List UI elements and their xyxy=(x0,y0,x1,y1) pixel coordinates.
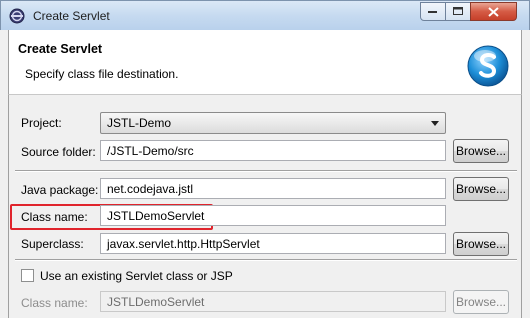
maximize-icon xyxy=(452,7,463,15)
source-folder-label: Source folder: xyxy=(21,145,96,159)
minimize-icon xyxy=(428,10,437,13)
eclipse-app-icon xyxy=(9,8,25,24)
wizard-title: Create Servlet xyxy=(18,42,103,56)
servlet-logo-icon xyxy=(465,42,511,88)
window-title: Create Servlet xyxy=(33,9,110,23)
superclass-browse-button[interactable]: Browse... xyxy=(453,232,509,256)
close-button[interactable] xyxy=(470,2,517,21)
existing-class-name-label: Class name: xyxy=(21,296,88,310)
existing-class-name-field: JSTLDemoServlet xyxy=(100,291,446,312)
close-icon xyxy=(488,6,499,17)
project-combo-value: JSTL-Demo xyxy=(107,116,172,130)
source-folder-field[interactable]: /JSTL-Demo/src xyxy=(100,140,446,161)
wizard-header: Create Servlet Specify class file destin… xyxy=(8,30,522,94)
separator xyxy=(15,170,517,172)
existing-class-browse-button: Browse... xyxy=(453,290,509,314)
project-combo[interactable]: JSTL-Demo xyxy=(100,112,446,134)
java-package-field[interactable]: net.codejava.jstl xyxy=(100,178,446,199)
superclass-field[interactable]: javax.servlet.http.HttpServlet xyxy=(100,233,446,254)
source-folder-browse-button[interactable]: Browse... xyxy=(453,139,509,163)
existing-servlet-checkbox-label[interactable]: Use an existing Servlet class or JSP xyxy=(40,269,233,283)
maximize-button[interactable] xyxy=(445,2,471,21)
class-name-field[interactable]: JSTLDemoServlet xyxy=(100,205,446,226)
wizard-description: Specify class file destination. xyxy=(25,67,179,81)
superclass-label: Superclass: xyxy=(21,237,84,251)
minimize-button[interactable] xyxy=(420,2,446,21)
title-bar: Create Servlet xyxy=(0,0,530,30)
wizard-body: Project: JSTL-Demo Source folder: /JSTL-… xyxy=(8,94,522,318)
project-label: Project: xyxy=(21,116,62,130)
chevron-down-icon xyxy=(431,121,439,126)
java-package-label: Java package: xyxy=(21,183,99,197)
existing-servlet-checkbox[interactable] xyxy=(21,269,34,282)
separator xyxy=(15,259,517,261)
java-package-browse-button[interactable]: Browse... xyxy=(453,177,509,201)
class-name-label: Class name: xyxy=(21,210,88,224)
